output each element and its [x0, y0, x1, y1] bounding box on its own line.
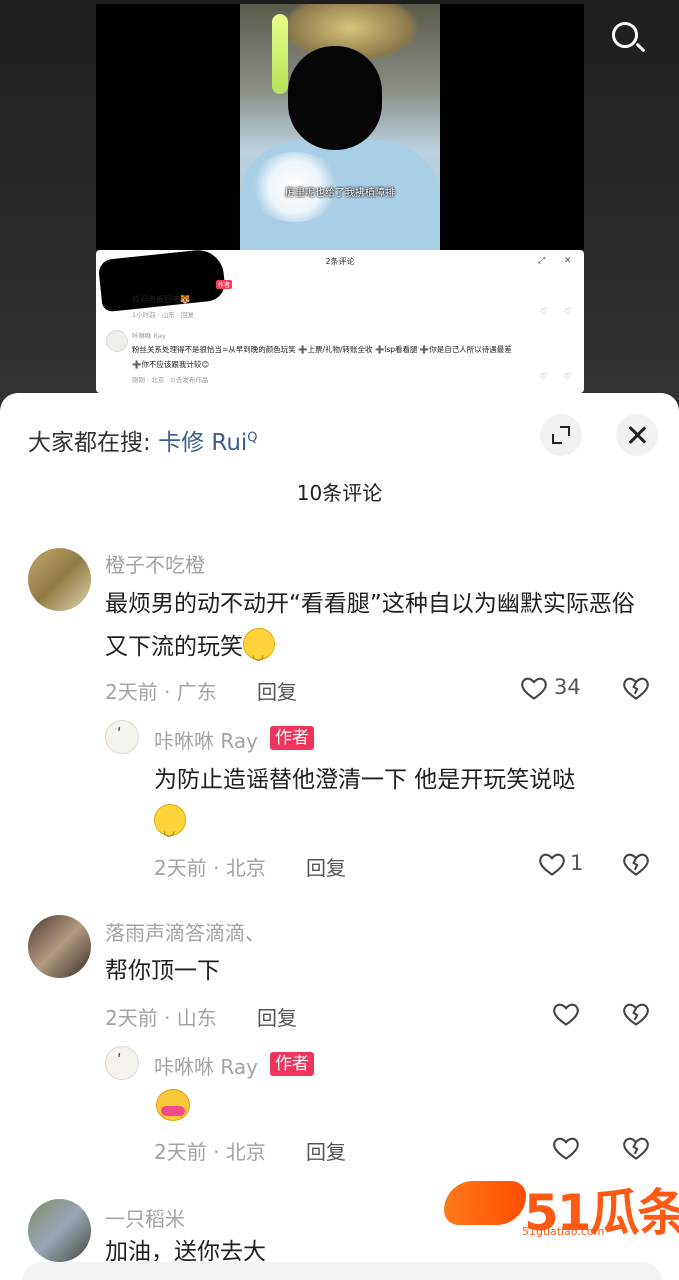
flushed-emoji [243, 628, 275, 677]
mini-dislike-icon-2: ♡ [564, 372, 572, 381]
embedded-comment-screenshot: 2条评论 ⤢ ✕ 作者 欢迎老板回来🐯 1小时前 · 山东 回复 ♡ ♡ 咔咻咻… [96, 250, 584, 393]
reply-button[interactable]: 回复 [306, 852, 346, 881]
video-player[interactable]: 厉里呢也给了我拂植障排 [240, 4, 440, 250]
hot-search-keyword[interactable]: 卡修 Rui [158, 430, 247, 456]
mini-comment-2-line2: ➕你不应该跟我计较😊 [132, 360, 210, 369]
like-count: 1 [570, 851, 584, 875]
mini-comment-1-meta: 1小时前 · 山东 回复 [132, 311, 195, 319]
comment-text: 为防止造谣替他澄清一下 他是开玩笑说哒 [154, 759, 634, 853]
like-heart-icon[interactable] [520, 674, 548, 702]
mini-dislike-icon: ♡ [564, 307, 572, 316]
close-button[interactable] [616, 414, 658, 456]
author-avatar[interactable] [105, 720, 139, 754]
comment-text: 加油，送你去大 [105, 1239, 266, 1261]
comments-sheet: 大家都在搜: 卡修 RuiQ 10条评论 橙子不吃橙 最烦男的动不动开“看看腿”… [0, 393, 679, 1280]
comment-meta: 2天前 · 山东 [105, 1006, 217, 1030]
comment-meta: 2天前 · 广东 [105, 680, 217, 704]
mini-comment-2-meta: 刚刚 · 北京 ⊙去发布作品 [132, 376, 209, 384]
hot-search-label: 大家都在搜: [28, 430, 159, 456]
mini-like-icon-2: ♡ [540, 372, 548, 381]
keyword-search-icon: Q [247, 430, 258, 446]
mini-expand-icon: ⤢ [538, 256, 546, 266]
comment-meta: 2天前 · 北京 [154, 856, 266, 880]
reply-button[interactable]: 回复 [257, 676, 297, 705]
like-heart-icon[interactable] [552, 1134, 580, 1162]
comment-username[interactable]: 一只稻米 [105, 1203, 185, 1232]
watermark-logo: 51瓜条 51guatiao.com [444, 1175, 679, 1243]
dislike-broken-heart-icon[interactable] [622, 1134, 650, 1162]
avatar[interactable] [28, 915, 91, 978]
comment-username[interactable]: 橙子不吃橙 [105, 549, 205, 578]
reply-button[interactable]: 回复 [306, 1136, 346, 1165]
like-count: 34 [554, 675, 581, 699]
redacted-face [288, 46, 382, 150]
comment-text: 帮你顶一下 [105, 958, 220, 984]
hot-search-bar[interactable]: 大家都在搜: 卡修 RuiQ [28, 423, 258, 457]
search-icon[interactable] [612, 22, 638, 48]
author-avatar[interactable] [105, 1046, 139, 1080]
mini-comment-2-user: 咔咻咻 Ray [132, 332, 166, 340]
like-heart-icon[interactable] [552, 1000, 580, 1028]
comment-username[interactable]: 咔咻咻 Ray [154, 1051, 258, 1080]
hug-emoji [156, 1089, 190, 1121]
reply-button[interactable]: 回复 [257, 1002, 297, 1031]
mini-author-badge: 作者 [216, 280, 233, 289]
watermark-url: 51guatiao.com [522, 1225, 605, 1238]
author-badge: 作者 [270, 726, 314, 750]
dislike-broken-heart-icon[interactable] [622, 674, 650, 702]
video-subtitle: 厉里呢也给了我拂植障排 [285, 188, 395, 199]
comment-text: 最烦男的动不动开“看看腿”这种自以为幽默实际恶俗又下流的玩笑 [105, 583, 650, 677]
comment-username[interactable]: 落雨声滴答滴滴、 [105, 917, 265, 946]
like-heart-icon[interactable] [538, 850, 566, 878]
author-badge: 作者 [270, 1052, 314, 1076]
smile-emoji [154, 804, 186, 853]
expand-button[interactable] [540, 414, 582, 456]
mini-comment-1-text: 欢迎老板回来🐯 [132, 295, 190, 304]
dislike-broken-heart-icon[interactable] [622, 850, 650, 878]
expand-icon [552, 426, 570, 444]
mini-like-icon: ♡ [540, 307, 548, 316]
fish-logo-icon [444, 1181, 526, 1225]
comment-meta: 2天前 · 北京 [154, 1140, 266, 1164]
avatar[interactable] [28, 1199, 91, 1262]
comment-count: 10条评论 [296, 481, 383, 505]
mini-close-icon: ✕ [564, 256, 572, 266]
comment-input-bar[interactable] [22, 1262, 662, 1280]
dislike-broken-heart-icon[interactable] [622, 1000, 650, 1028]
comment-username[interactable]: 咔咻咻 Ray [154, 725, 258, 754]
close-icon [627, 425, 647, 445]
video-area: 厉里呢也给了我拂植障排 2条评论 ⤢ ✕ 作者 欢迎老板回来🐯 1小时前 · 山… [0, 0, 679, 400]
lamp [272, 14, 288, 94]
mini-avatar [106, 330, 128, 352]
mini-comment-2-line1: 粉丝关系处理得不是很恰当=从早到晚的颜色玩笑 ➕上票/礼物/转账全收 ➕lsp看… [132, 345, 512, 354]
avatar[interactable] [28, 548, 91, 611]
